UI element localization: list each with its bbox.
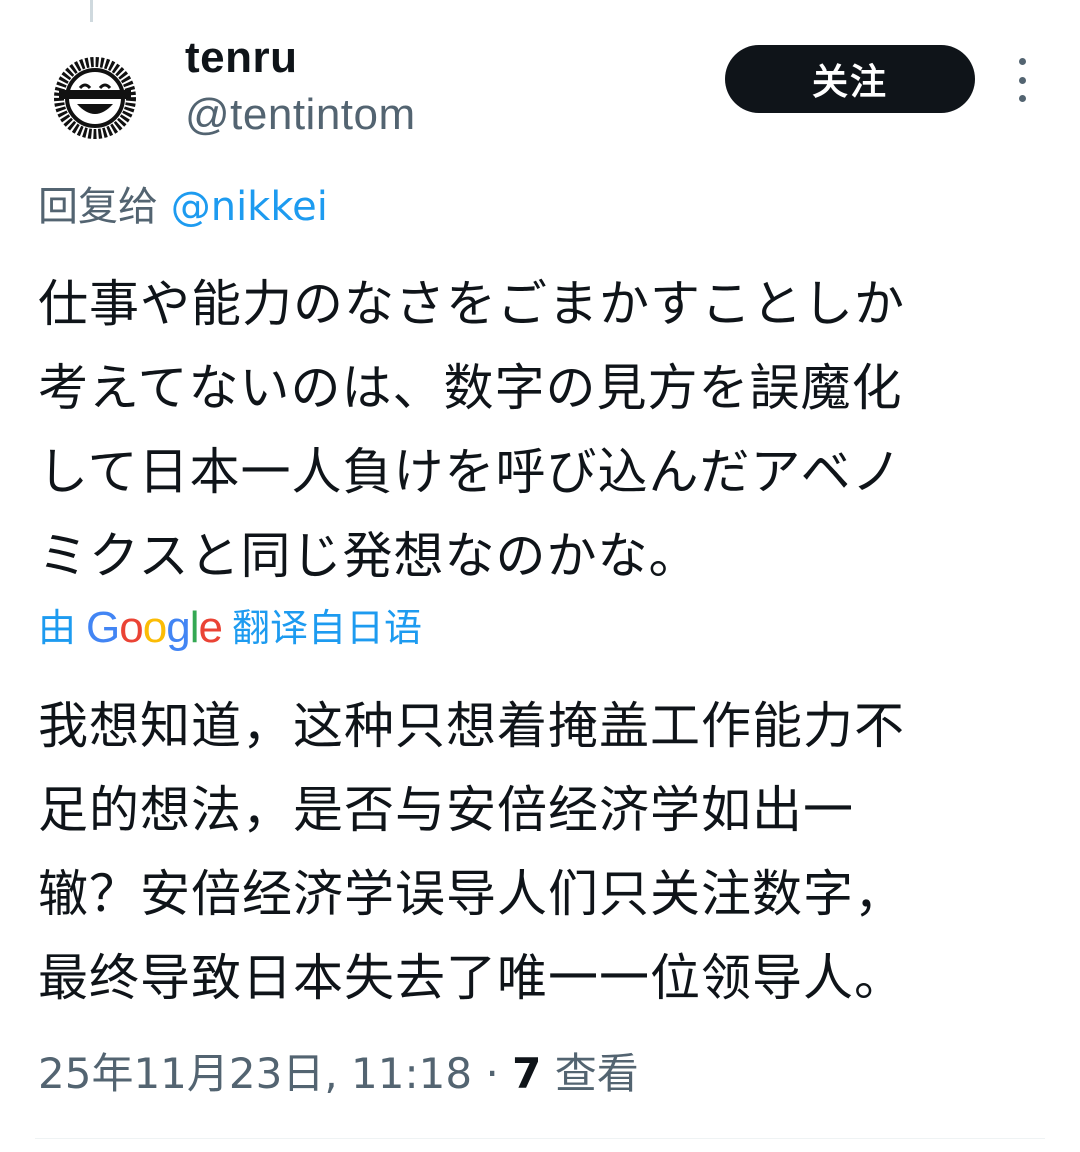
translated-text-line: 我想知道，这种只想着掩盖工作能力不 [38,697,905,755]
tweet-text-line: ミクスと同じ発想なのかな。 [38,527,700,585]
meta-separator: · [485,1049,499,1098]
tweet-text: 仕事や能力のなさをごまかすことしか 考えてないのは、数字の見方を誤魔化 して日本… [38,262,1048,598]
translation-attribution[interactable]: 由 Google 翻译自日语 [38,600,422,656]
tweet-meta: 25年11月23日, 11:18 · 7 查看 [38,1045,639,1103]
translated-text-line: 最终导致日本失去了唯一一位领导人。 [38,949,905,1007]
user-name-block[interactable]: tenru @tentintom [185,30,416,144]
timestamp[interactable]: 25年11月23日, 11:18 [38,1049,472,1098]
user-handle[interactable]: @tentintom [185,86,416,144]
translated-text-line: 足的想法，是否与安倍经济学如出一 [38,781,854,839]
translated-text-line: 辙？安倍经济学误导人们只关注数字， [38,865,905,923]
tweet-text-line: して日本一人負けを呼び込んだアベノ [38,443,903,501]
tweet-text-line: 仕事や能力のなさをごまかすことしか [38,275,905,333]
views-label: 查看 [554,1049,639,1098]
translated-by-label: 由 [38,606,77,650]
more-dot [1018,95,1026,102]
more-dot [1018,76,1026,84]
divider [35,1138,1045,1139]
translated-text: 我想知道，这种只想着掩盖工作能力不 足的想法，是否与安倍经济学如出一 辙？安倍经… [38,684,1048,1020]
follow-button[interactable]: 关注 [725,45,975,113]
views-count: 7 [512,1049,542,1098]
google-logo: Google [86,603,223,652]
reply-mention-link[interactable]: @nikkei [171,184,328,230]
display-name[interactable]: tenru [185,30,416,86]
reply-context: 回复给 @nikkei [38,180,328,234]
reply-prefix: 回复给 [38,184,158,230]
tweet-header: tenru @tentintom 关注 [0,0,1080,170]
more-dot [1018,58,1026,65]
avatar[interactable] [47,50,143,146]
smiling-face-logo-icon [49,52,141,144]
more-vertical-icon[interactable] [1006,58,1038,102]
tweet-text-line: 考えてないのは、数字の見方を誤魔化 [38,359,903,417]
translation-source-label: 翻译自日语 [231,606,422,650]
